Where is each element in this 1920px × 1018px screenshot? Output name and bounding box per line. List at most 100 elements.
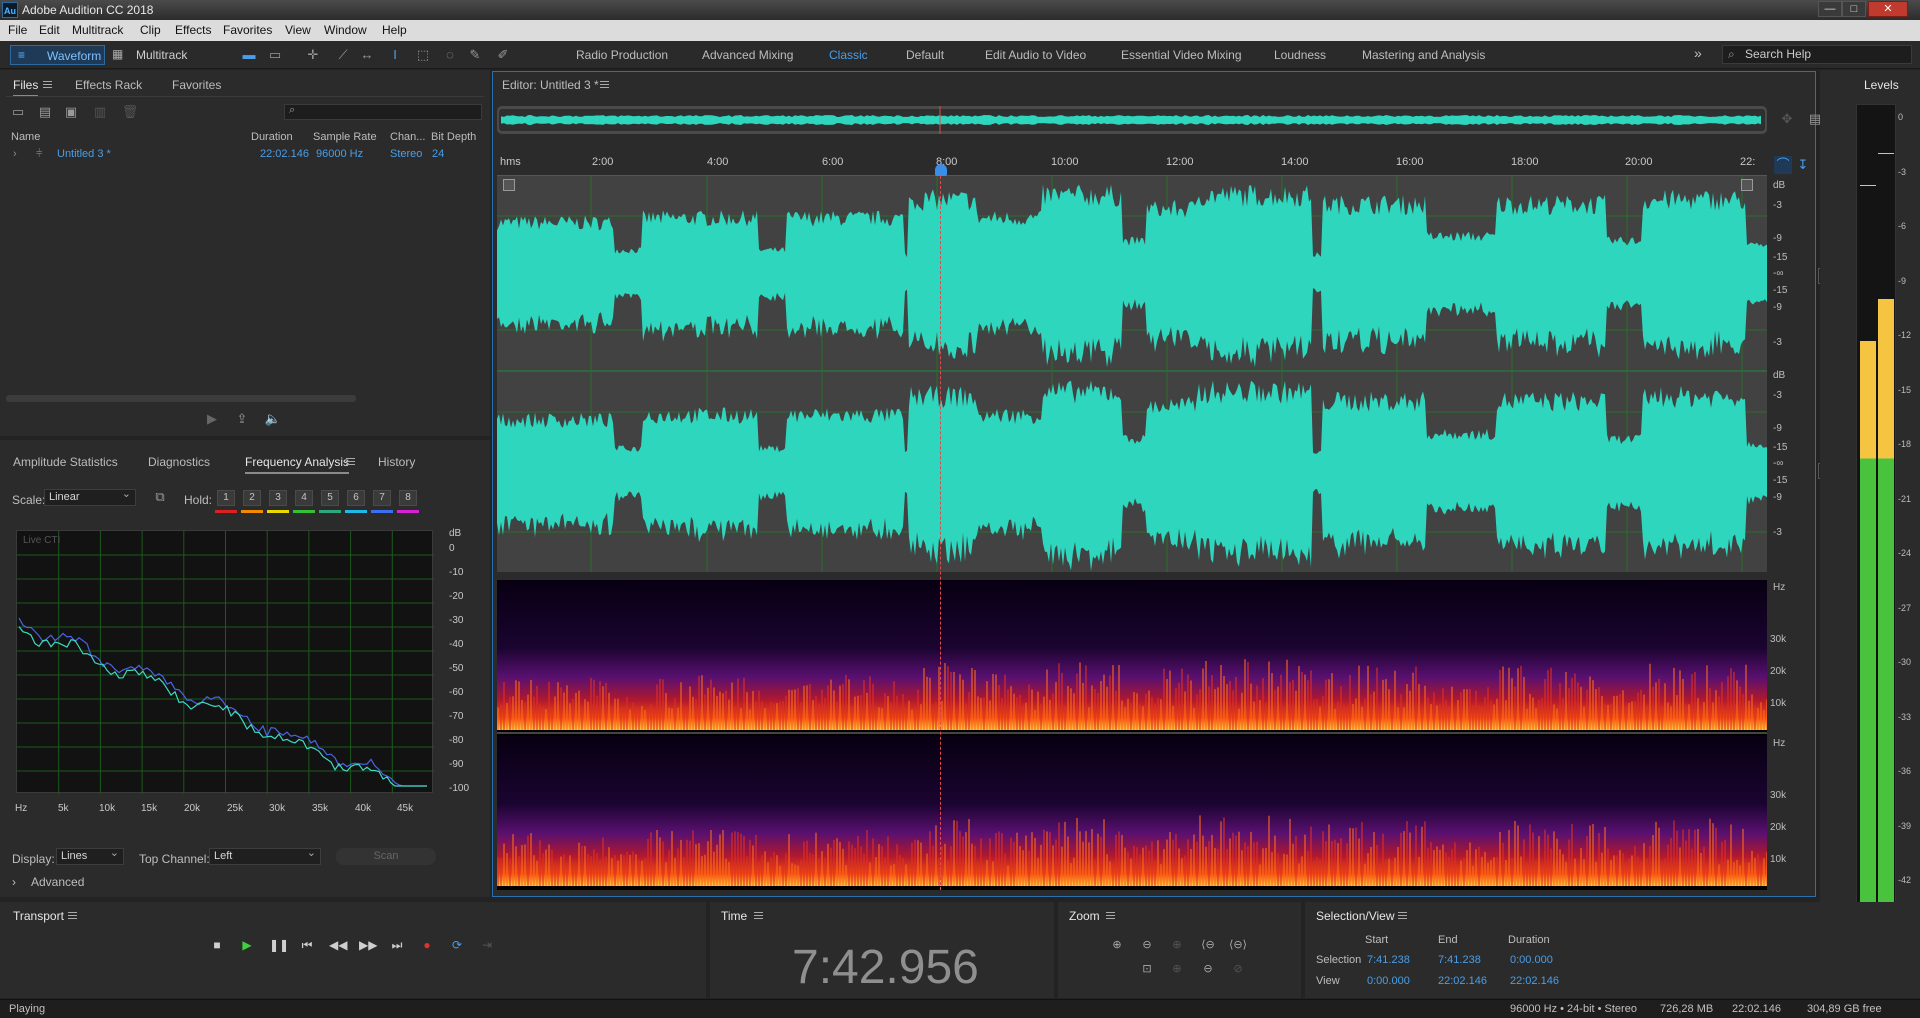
view-start[interactable]: 0:00.000 <box>1367 975 1410 987</box>
lasso-tool-icon[interactable]: ◌ <box>441 46 459 64</box>
files-panel-menu-icon[interactable] <box>43 81 52 88</box>
insert-into-multitrack-icon[interactable]: ▥ <box>91 103 109 121</box>
pause-icon[interactable]: ❚❚ <box>269 937 289 953</box>
import-file-icon[interactable]: ▤ <box>36 103 54 121</box>
stop-icon[interactable]: ■ <box>209 937 225 953</box>
record-icon[interactable]: ● <box>419 937 435 953</box>
tab-amplitude-statistics[interactable]: Amplitude Statistics <box>13 455 118 469</box>
zoom-to-selection-icon[interactable]: ⊡ <box>1138 961 1156 977</box>
file-row[interactable]: › ⫩ Untitled 3 * 22:02.146 96000 Hz Ster… <box>6 145 484 163</box>
slip-tool-icon[interactable]: ↔ <box>358 46 376 64</box>
zoom-in-time-icon[interactable]: ⊕ <box>1168 937 1186 953</box>
selection-view-menu-icon[interactable] <box>1398 912 1407 919</box>
tab-favorites[interactable]: Favorites <box>172 78 221 92</box>
tab-frequency-analysis[interactable]: Frequency Analysis <box>245 455 350 474</box>
move-tool-icon[interactable]: ✛ <box>304 46 322 64</box>
workspace-edit-audio-to-video[interactable]: Edit Audio to Video <box>985 48 1086 62</box>
workspace-loudness[interactable]: Loudness <box>1274 48 1326 62</box>
advanced-chevron-icon[interactable]: › <box>12 875 16 889</box>
waveform-display[interactable] <box>497 176 1767 572</box>
skip-to-start-icon[interactable]: ⏮ <box>299 937 315 953</box>
time-ruler[interactable] <box>497 152 1767 176</box>
zoom-to-fit-icon[interactable]: ✥ <box>1778 110 1796 128</box>
hold-button-2[interactable]: 2 <box>243 490 261 506</box>
brush-tool-icon[interactable]: ✎ <box>466 46 484 64</box>
skip-selection-icon[interactable]: ⇥ <box>479 937 495 953</box>
multitrack-mode-button[interactable]: ▦ Multitrack <box>112 45 194 65</box>
marker-icon[interactable]: ↧ <box>1794 156 1812 174</box>
hold-button-3[interactable]: 3 <box>269 490 287 506</box>
view-duration[interactable]: 22:02.146 <box>1510 975 1559 987</box>
autoplay-icon[interactable]: 🔈 <box>264 410 282 428</box>
top-channel-select[interactable]: Left <box>209 846 321 865</box>
snap-icon[interactable]: ⌒ <box>1774 156 1792 174</box>
transport-menu-icon[interactable] <box>68 912 77 919</box>
view-end[interactable]: 22:02.146 <box>1438 975 1487 987</box>
menu-file[interactable]: File <box>8 23 27 37</box>
workspace-advanced-mixing[interactable]: Advanced Mixing <box>702 48 793 62</box>
analysis-panel-menu-icon[interactable] <box>346 458 355 465</box>
rewind-icon[interactable]: ◀◀ <box>329 937 347 953</box>
workspace-default[interactable]: Default <box>906 48 944 62</box>
column-bit-depth[interactable]: Bit Depth <box>431 131 476 143</box>
column-sample-rate[interactable]: Sample Rate <box>313 131 377 143</box>
workspace-radio-production[interactable]: Radio Production <box>576 48 668 62</box>
waveform-view-icon[interactable]: ▬ <box>240 46 258 64</box>
hold-button-1[interactable]: 1 <box>217 490 235 506</box>
tab-history[interactable]: History <box>378 455 415 469</box>
editor-menu-icon[interactable] <box>600 81 609 88</box>
column-name[interactable]: Name <box>11 131 40 143</box>
loop-preview-icon[interactable]: ⇪ <box>233 410 251 428</box>
time-selection-tool-icon[interactable]: I <box>386 46 404 64</box>
scan-button[interactable]: Scan <box>336 848 436 865</box>
files-search-input[interactable]: ⌕ <box>284 104 482 120</box>
zoom-reset-icon[interactable]: ⊘ <box>1229 961 1247 977</box>
zoom-menu-icon[interactable] <box>1106 912 1115 919</box>
waveform-mode-button[interactable]: ≡ Waveform <box>10 45 105 65</box>
advanced-toggle[interactable]: Advanced <box>31 875 84 889</box>
display-select[interactable]: Lines <box>56 846 124 865</box>
menu-edit[interactable]: Edit <box>39 23 60 37</box>
hold-button-6[interactable]: 6 <box>347 490 365 506</box>
fade-out-handle-icon[interactable] <box>1741 179 1753 191</box>
tab-files[interactable]: Files <box>13 78 39 97</box>
selection-duration[interactable]: 0:00.000 <box>1510 954 1553 966</box>
menu-multitrack[interactable]: Multitrack <box>72 23 123 37</box>
workspace-mastering-and-analysis[interactable]: Mastering and Analysis <box>1362 48 1485 62</box>
files-scrollbar[interactable] <box>6 395 356 402</box>
close-button[interactable]: ✕ <box>1868 1 1908 17</box>
workspace-essential-video-mixing[interactable]: Essential Video Mixing <box>1121 48 1242 62</box>
play-preview-icon[interactable]: ▶ <box>203 410 221 428</box>
marquee-tool-icon[interactable]: ⬚ <box>414 46 432 64</box>
expand-chevron-icon[interactable]: › <box>13 148 17 160</box>
zoom-out-time-icon[interactable]: ⟨⊖ <box>1199 937 1217 953</box>
hold-button-4[interactable]: 4 <box>295 490 313 506</box>
zoom-in-at-end-icon[interactable]: ⊖ <box>1199 961 1217 977</box>
hold-button-8[interactable]: 8 <box>399 490 417 506</box>
zoom-in-amplitude-icon[interactable]: ⊕ <box>1108 937 1126 953</box>
fade-in-handle-icon[interactable] <box>503 179 515 191</box>
maximize-button[interactable]: □ <box>1842 1 1866 17</box>
hold-button-7[interactable]: 7 <box>373 490 391 506</box>
razor-tool-icon[interactable]: ⟋ <box>334 46 352 64</box>
minimize-button[interactable]: — <box>1818 1 1842 17</box>
zoom-in-at-start-icon[interactable]: ⊕ <box>1168 961 1186 977</box>
menu-view[interactable]: View <box>285 23 311 37</box>
scale-select[interactable]: Linear <box>44 487 136 506</box>
zoom-out-amplitude-icon[interactable]: ⊖ <box>1138 937 1156 953</box>
more-workspaces-button[interactable]: » <box>1694 45 1702 61</box>
menu-favorites[interactable]: Favorites <box>223 23 272 37</box>
selection-start[interactable]: 7:41.238 <box>1367 954 1410 966</box>
menu-clip[interactable]: Clip <box>140 23 161 37</box>
skip-to-end-icon[interactable]: ⏭ <box>389 937 405 953</box>
play-icon[interactable]: ▶ <box>239 937 255 953</box>
tab-diagnostics[interactable]: Diagnostics <box>148 455 210 469</box>
menu-window[interactable]: Window <box>324 23 367 37</box>
time-menu-icon[interactable] <box>754 912 763 919</box>
delete-file-icon[interactable]: 🗑 <box>121 103 139 121</box>
advanced-options-icon[interactable]: ⧉ <box>151 488 169 506</box>
column-channels[interactable]: Chan... <box>390 131 425 143</box>
open-file-icon[interactable]: ▭ <box>9 103 27 121</box>
new-file-icon[interactable]: ▣ <box>62 103 80 121</box>
zoom-out-full-icon[interactable]: ⟨⊖⟩ <box>1229 937 1247 953</box>
